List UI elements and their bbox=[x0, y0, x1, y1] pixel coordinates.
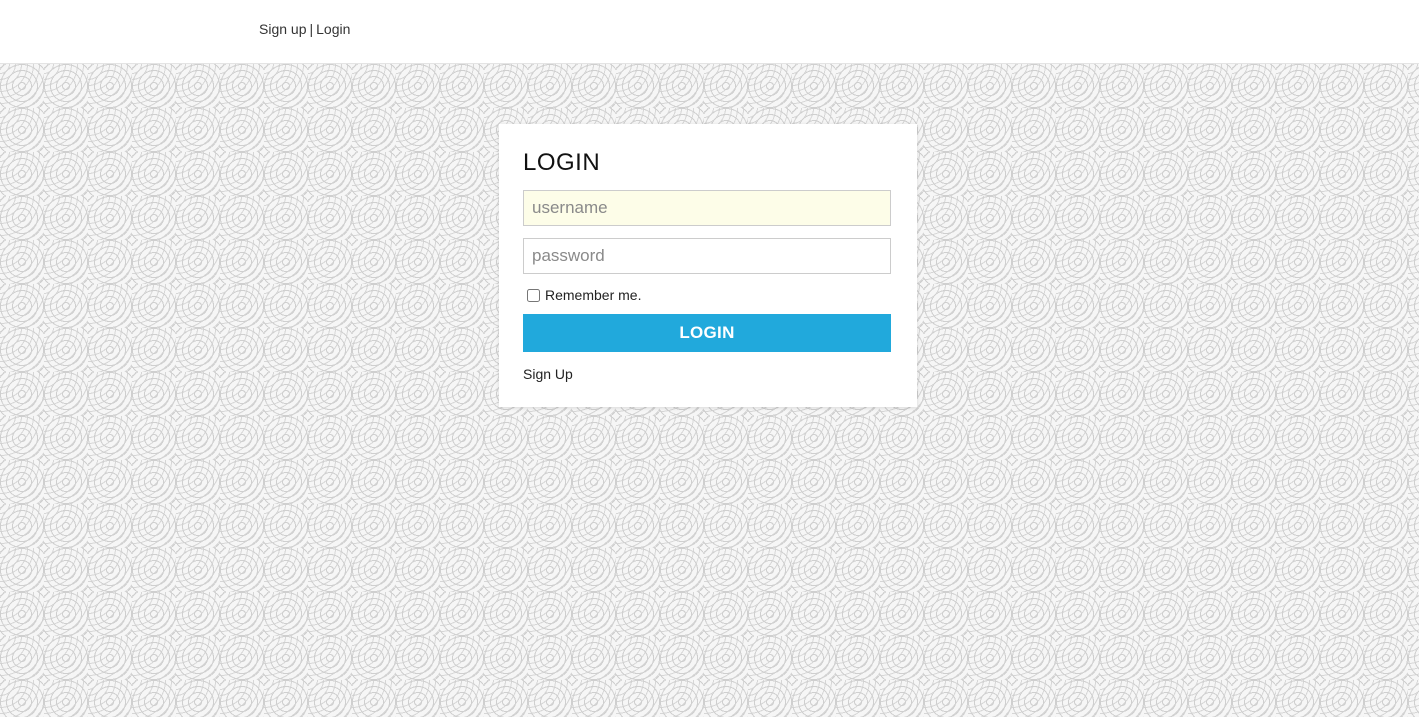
username-input[interactable] bbox=[523, 190, 891, 226]
topnav-separator: | bbox=[309, 21, 314, 37]
topnav-login-link[interactable]: Login bbox=[316, 21, 350, 37]
signup-link[interactable]: Sign Up bbox=[523, 366, 573, 382]
remember-me-label: Remember me. bbox=[545, 287, 642, 303]
top-bar: Sign up | Login bbox=[0, 0, 1419, 64]
password-input[interactable] bbox=[523, 238, 891, 274]
login-title: LOGIN bbox=[523, 149, 601, 176]
top-nav: Sign up | Login bbox=[259, 20, 350, 38]
topnav-signup-link[interactable]: Sign up bbox=[259, 21, 306, 37]
remember-me-checkbox[interactable] bbox=[527, 288, 540, 302]
login-card: LOGIN Remember me. LOGIN Sign Up bbox=[499, 124, 917, 407]
remember-me[interactable]: Remember me. bbox=[527, 287, 641, 303]
login-button[interactable]: LOGIN bbox=[523, 314, 891, 352]
